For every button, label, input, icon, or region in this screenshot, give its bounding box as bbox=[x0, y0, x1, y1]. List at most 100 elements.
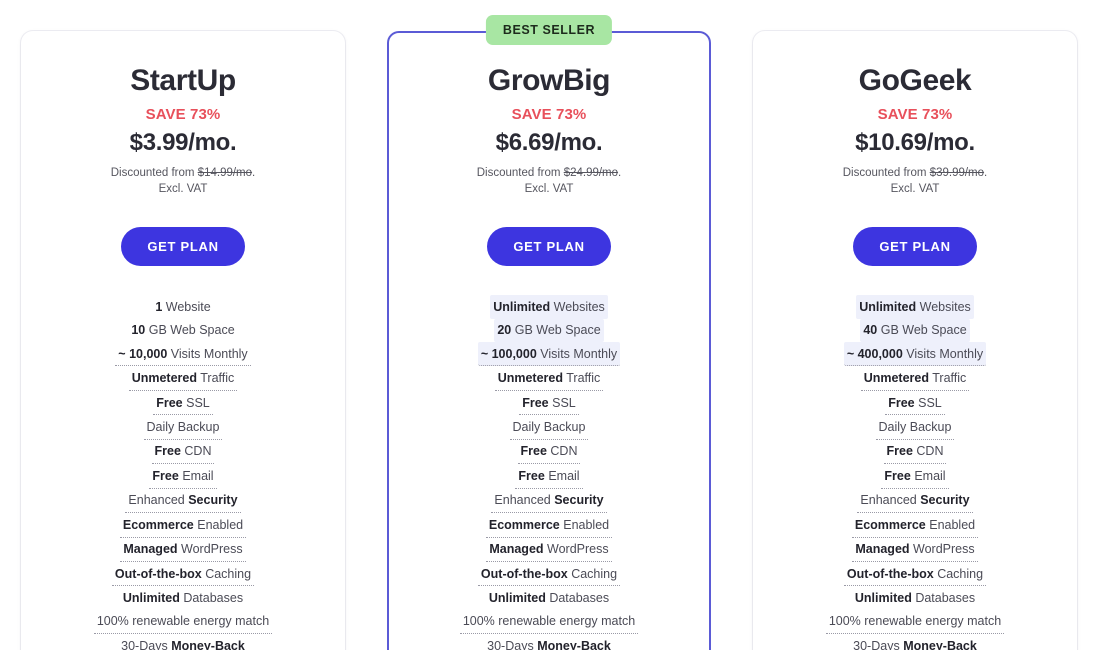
feature-item: 100% renewable energy match bbox=[825, 610, 1005, 635]
feature-emphasis: 10 bbox=[131, 323, 146, 338]
feature-item: Daily Backup bbox=[143, 415, 223, 440]
feature-emphasis: Money-Back bbox=[171, 638, 245, 650]
plan-vat-note: Excl. VAT bbox=[890, 182, 940, 195]
feature-item: Managed WordPress bbox=[852, 538, 978, 562]
feature-item: Free CDN bbox=[517, 440, 581, 465]
discount-old-price: $39.99/mo bbox=[929, 166, 985, 179]
get-plan-button[interactable]: GET PLAN bbox=[853, 227, 977, 267]
best-seller-badge: BEST SELLER bbox=[485, 15, 613, 45]
feature-item: Out-of-the-box Caching bbox=[111, 562, 255, 587]
feature-text: GB Web Space bbox=[148, 323, 235, 338]
feature-item: Daily Backup bbox=[509, 415, 589, 440]
feature-text: WordPress bbox=[181, 542, 243, 557]
plan-discount-line: Discounted from $39.99/mo. bbox=[843, 165, 988, 181]
feature-item: Unmetered Traffic bbox=[128, 366, 238, 391]
feature-text: 30-Days bbox=[853, 638, 900, 650]
feature-text: Enabled bbox=[563, 517, 610, 532]
feature-text: GB Web Space bbox=[514, 323, 601, 338]
feature-text: Databases bbox=[183, 591, 244, 605]
feature-text: CDN bbox=[916, 444, 944, 459]
plan-save-badge: SAVE 73% bbox=[145, 105, 221, 123]
feature-emphasis: 1 bbox=[155, 299, 163, 314]
feature-item: Unlimited Databases bbox=[486, 586, 612, 609]
feature-text: 30-Days bbox=[487, 638, 534, 650]
feature-item: Free CDN bbox=[151, 440, 215, 465]
feature-text: Daily Backup bbox=[512, 419, 586, 434]
feature-emphasis: Out-of-the-box bbox=[846, 566, 934, 581]
feature-text: GB Web Space bbox=[880, 323, 967, 338]
plan-price: $3.99/mo. bbox=[129, 128, 237, 156]
feature-emphasis: Free bbox=[522, 395, 549, 410]
feature-text: 100% renewable energy match bbox=[462, 614, 636, 629]
discount-prefix: Discounted from bbox=[476, 166, 564, 179]
feature-text: Visits Monthly bbox=[906, 346, 984, 361]
get-plan-button[interactable]: GET PLAN bbox=[487, 227, 611, 267]
feature-emphasis: Unlimited bbox=[122, 591, 180, 605]
plan-vat-note: Excl. VAT bbox=[524, 182, 574, 195]
feature-text: Websites bbox=[919, 299, 971, 314]
plan-card-gogeek: GoGeek SAVE 73% $10.69/mo. Discounted from … bbox=[753, 31, 1077, 650]
discount-suffix: . bbox=[252, 166, 256, 179]
feature-emphasis: Ecommerce bbox=[854, 517, 926, 532]
feature-emphasis: Out-of-the-box bbox=[114, 566, 202, 581]
feature-text: SSL bbox=[186, 395, 210, 410]
plan-title: GrowBig bbox=[487, 64, 611, 97]
feature-text: Caching bbox=[571, 566, 618, 581]
feature-item: Free Email bbox=[881, 464, 949, 489]
plan-card-growbig: BEST SELLER GrowBig SAVE 73% $6.69/mo. Disco… bbox=[387, 15, 711, 650]
feature-emphasis: Free bbox=[888, 395, 915, 410]
feature-emphasis: ~ 100,000 bbox=[480, 346, 537, 361]
feature-emphasis: Free bbox=[152, 468, 179, 483]
feature-list: Unlimited Websites 40 GB Web Space ~ 400,0… bbox=[771, 295, 1059, 650]
feature-emphasis: Security bbox=[188, 493, 238, 508]
feature-text: Website bbox=[165, 299, 211, 314]
feature-emphasis: Security bbox=[920, 493, 970, 508]
feature-item: Unmetered Traffic bbox=[494, 366, 604, 391]
feature-list: Unlimited Websites 20 GB Web Space ~ 100,0… bbox=[407, 295, 691, 650]
discount-prefix: Discounted from bbox=[110, 166, 198, 179]
feature-item: ~ 100,000 Visits Monthly bbox=[477, 342, 621, 367]
feature-emphasis: Unmetered bbox=[863, 371, 929, 386]
feature-emphasis: Managed bbox=[489, 542, 544, 557]
plan-title: GoGeek bbox=[858, 64, 972, 97]
feature-text: Databases bbox=[915, 591, 976, 605]
feature-text: Traffic bbox=[932, 371, 967, 386]
feature-text: 30-Days bbox=[121, 638, 168, 650]
plan-card-startup: StartUp SAVE 73% $3.99/mo. Discounted from … bbox=[21, 31, 345, 650]
feature-emphasis: Managed bbox=[123, 542, 178, 557]
feature-emphasis: Ecommerce bbox=[122, 517, 194, 532]
feature-item: 10 GB Web Space bbox=[128, 319, 237, 342]
feature-emphasis: Free bbox=[154, 444, 181, 459]
feature-item: 1 Website bbox=[152, 295, 213, 318]
feature-emphasis: Unlimited bbox=[859, 299, 917, 314]
feature-text: 100% renewable energy match bbox=[96, 614, 270, 629]
feature-item: ~ 10,000 Visits Monthly bbox=[115, 342, 251, 367]
plan-save-badge: SAVE 73% bbox=[877, 105, 953, 123]
feature-text: Enhanced bbox=[128, 493, 185, 508]
feature-item: Unlimited Databases bbox=[120, 586, 246, 609]
feature-text: WordPress bbox=[547, 542, 609, 557]
feature-emphasis: Unlimited bbox=[854, 591, 912, 605]
feature-item: Managed WordPress bbox=[120, 538, 246, 562]
discount-old-price: $14.99/mo bbox=[197, 166, 253, 179]
feature-emphasis: Free bbox=[520, 444, 547, 459]
feature-emphasis: ~ 10,000 bbox=[118, 346, 168, 361]
feature-text: Email bbox=[548, 468, 580, 483]
feature-emphasis: Money-Back bbox=[903, 638, 977, 650]
feature-emphasis: Free bbox=[886, 444, 913, 459]
feature-text: Visits Monthly bbox=[170, 346, 248, 361]
feature-text: SSL bbox=[552, 395, 576, 410]
feature-item: Ecommerce Enabled bbox=[485, 513, 613, 538]
feature-list: 1 Website 10 GB Web Space ~ 10,000 Visits … bbox=[39, 295, 327, 650]
feature-item: Free SSL bbox=[153, 391, 213, 416]
feature-text: Enhanced bbox=[494, 493, 551, 508]
feature-item: 40 GB Web Space bbox=[860, 318, 970, 343]
plan-discount-line: Discounted from $24.99/mo. bbox=[477, 165, 622, 181]
feature-text: Websites bbox=[553, 299, 605, 314]
feature-item: Free Email bbox=[149, 464, 217, 489]
get-plan-button[interactable]: GET PLAN bbox=[121, 227, 245, 267]
feature-text: Email bbox=[914, 468, 946, 483]
feature-emphasis: Unlimited bbox=[488, 591, 546, 605]
feature-item: Free Email bbox=[515, 464, 583, 489]
plan-discount-line: Discounted from $14.99/mo. bbox=[111, 165, 256, 181]
